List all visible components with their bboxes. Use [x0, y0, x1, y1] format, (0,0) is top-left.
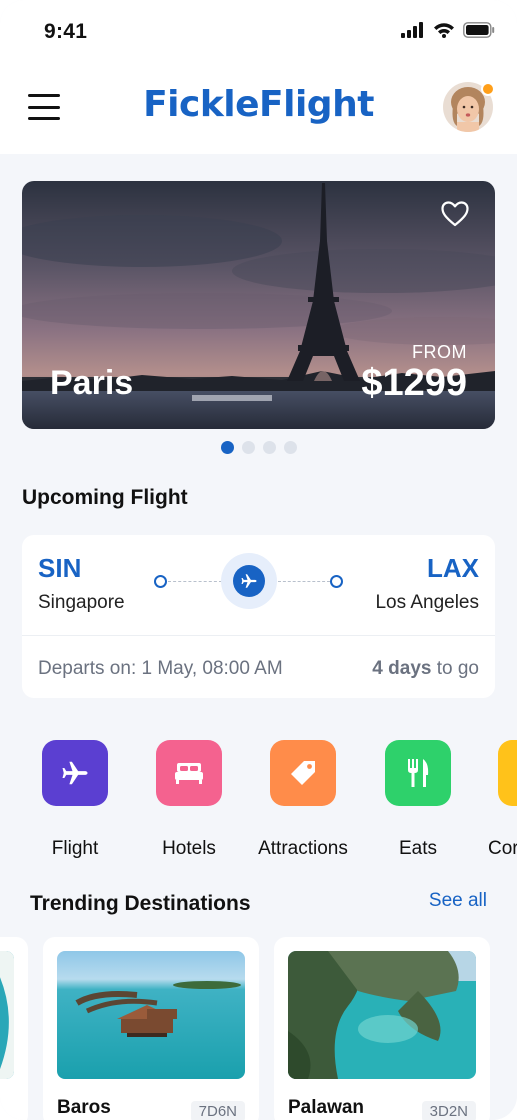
see-all-link[interactable]: See all [429, 890, 487, 912]
featured-destination-card[interactable]: Paris FROM $1299 [22, 181, 495, 429]
notification-badge [481, 82, 495, 96]
origin-city: Singapore [38, 592, 125, 613]
category-row: Flight Hotels Attractions Eats Cor [0, 740, 517, 860]
card-divider [22, 635, 495, 636]
countdown: 4 days to go [372, 658, 479, 680]
destination-city: Los Angeles [375, 592, 479, 613]
duration-tag: 7D6N [190, 1101, 245, 1120]
carousel-dot[interactable] [262, 441, 276, 454]
plane-icon [233, 565, 265, 597]
battery-icon [463, 22, 495, 38]
destination-card[interactable]: Baros 7D6N [43, 937, 259, 1120]
category-flight[interactable]: Flight [20, 740, 130, 860]
duration-tag: 3D2N [421, 1101, 476, 1120]
category-tile [42, 740, 108, 806]
origin-marker [154, 575, 167, 588]
status-time: 9:41 [44, 20, 88, 43]
destination-photo [288, 951, 476, 1079]
destination-marker [330, 575, 343, 588]
destination-card[interactable]: Palawan 3D2N [274, 937, 490, 1120]
status-icons [401, 22, 495, 38]
app-logo: FickleFlight [143, 84, 374, 125]
category-label: Hotels [162, 838, 216, 859]
category-tile [156, 740, 222, 806]
category-tile [498, 740, 517, 806]
destination-name: Palawan [288, 1097, 365, 1118]
route-line [278, 581, 330, 582]
tag-icon [291, 761, 315, 785]
destination-photo [57, 951, 245, 1079]
trending-title: Trending Destinations [30, 892, 251, 915]
destination-code: LAX [427, 553, 479, 583]
carousel-dot-active[interactable] [220, 441, 234, 454]
carousel-dot[interactable] [241, 441, 255, 454]
upcoming-flight-title: Upcoming Flight [22, 486, 188, 509]
category-hotels[interactable]: Hotels [134, 740, 244, 860]
signal-icon [401, 22, 423, 38]
category-label: Eats [398, 838, 438, 859]
app-header: FickleFlight [0, 64, 517, 154]
category-tile [270, 740, 336, 806]
category-attractions[interactable]: Attractions [248, 740, 358, 860]
destination-photo [0, 951, 14, 1079]
departure-time: Departs on: 1 May, 08:00 AM [38, 658, 283, 679]
route-line [168, 581, 222, 582]
category-eats[interactable]: Eats [363, 740, 473, 860]
category-label: Flight [51, 838, 99, 859]
category-tile [385, 740, 451, 806]
category-label: Attractions [258, 838, 348, 859]
featured-city: Paris [50, 364, 134, 402]
origin-code: SIN [38, 553, 82, 583]
countdown-suffix: to go [436, 658, 479, 679]
countdown-days: 4 days [372, 658, 432, 679]
favorite-heart-icon[interactable] [441, 201, 469, 227]
cutlery-icon [408, 759, 429, 787]
destination-card-partial[interactable] [0, 937, 28, 1120]
featured-price: $1299 [361, 362, 467, 404]
upcoming-flight-card[interactable]: SIN Singapore LAX Los Angeles Departs on… [22, 535, 495, 698]
flight-route [154, 553, 344, 609]
bed-icon [175, 763, 203, 784]
wifi-icon [434, 23, 454, 38]
plane-icon [62, 761, 88, 785]
featured-from-label: FROM [412, 342, 467, 362]
carousel-indicator [0, 441, 517, 454]
app-screen: 9:41 FickleFlight Paris FROM $1299 Upcom… [0, 0, 517, 1120]
category-more[interactable]: Cor [476, 740, 517, 860]
avatar[interactable] [443, 82, 495, 132]
category-label: Cor [488, 838, 517, 859]
destination-name: Baros [57, 1097, 111, 1118]
status-bar: 9:41 [0, 0, 517, 64]
carousel-dot[interactable] [283, 441, 297, 454]
